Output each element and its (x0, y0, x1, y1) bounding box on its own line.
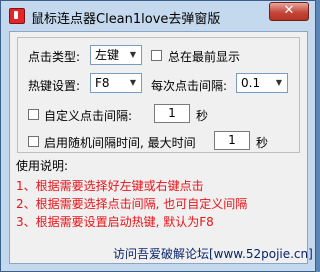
click-type-select[interactable]: 左键 ▼ (90, 45, 142, 65)
click-type-value: 左键 (95, 48, 120, 62)
instruction-line-2: 2、根据需要选择点击间隔, 也可自定义间隔 (16, 197, 248, 211)
custom-interval-label: 自定义点击间隔: (44, 109, 133, 123)
custom-interval-input[interactable]: 1 (154, 104, 190, 123)
chevron-down-icon: ▼ (275, 78, 283, 87)
custom-interval-checkbox[interactable] (28, 109, 39, 120)
hotkey-label: 热键设置: (28, 79, 81, 93)
random-interval-unit: 秒 (256, 136, 269, 150)
interval-label: 每次点击间隔: (151, 79, 228, 93)
hotkey-select[interactable]: F8 ▼ (90, 73, 142, 93)
client-area: 点击类型: 左键 ▼ 总在最前显示 热键设置: F8 ▼ 每次点击间隔: 0.1… (9, 31, 313, 264)
instruction-line-3: 3、根据需要设置启动热键, 默认为F8 (16, 215, 214, 229)
close-icon: ✕ (283, 3, 295, 18)
random-interval-value: 1 (228, 133, 236, 147)
instruction-line-1: 1、根据需要选择好左键或右键点击 (16, 179, 204, 193)
random-interval-input[interactable]: 1 (214, 131, 250, 150)
custom-interval-value: 1 (168, 106, 176, 120)
title-bar[interactable]: 鼠标连点器Clean1love去弹窗版 ✕ (1, 1, 315, 31)
app-window: 鼠标连点器Clean1love去弹窗版 ✕ 点击类型: 左键 ▼ 总在最前显示 … (0, 0, 316, 272)
chevron-down-icon: ▼ (129, 78, 137, 87)
random-interval-label: 启用随机间隔时间, 最大时间 (44, 136, 196, 150)
close-button[interactable]: ✕ (269, 2, 309, 21)
interval-value: 0.1 (241, 76, 261, 90)
instructions-heading: 使用说明: (16, 159, 69, 173)
custom-interval-unit: 秒 (196, 109, 209, 123)
forum-link[interactable]: 访问吾爱破解论坛[www.52pojie.cn] (113, 245, 313, 262)
chevron-down-icon: ▼ (129, 50, 137, 59)
hotkey-value: F8 (95, 76, 110, 90)
random-interval-checkbox[interactable] (28, 136, 39, 147)
always-on-top-label: 总在最前显示 (168, 50, 241, 64)
click-type-label: 点击类型: (28, 50, 81, 64)
settings-group: 点击类型: 左键 ▼ 总在最前显示 热键设置: F8 ▼ 每次点击间隔: 0.1… (17, 37, 300, 153)
window-title: 鼠标连点器Clean1love去弹窗版 (31, 12, 221, 27)
interval-select[interactable]: 0.1 ▼ (236, 73, 288, 93)
always-on-top-checkbox[interactable] (151, 50, 162, 61)
app-icon (9, 8, 25, 24)
